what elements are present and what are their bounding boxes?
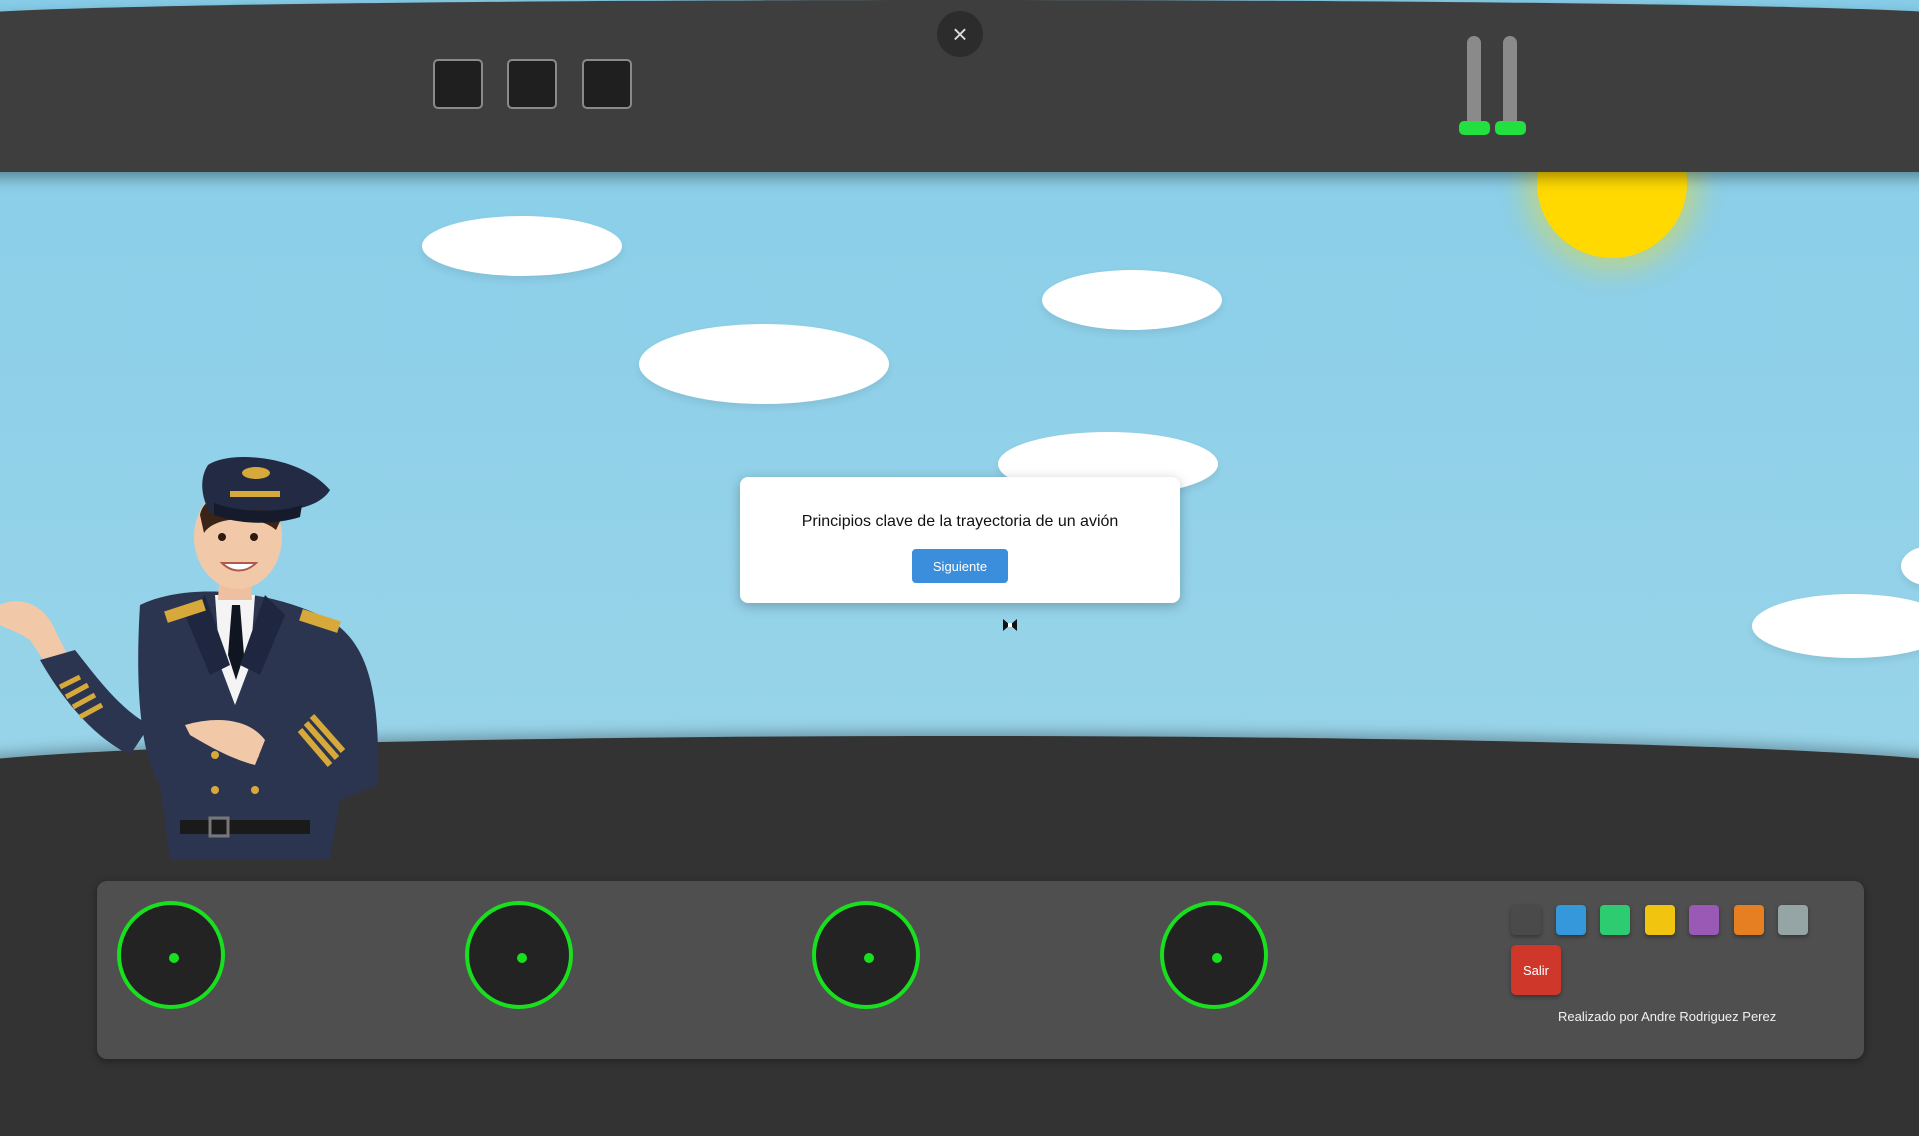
indicator-square-2: [507, 59, 557, 109]
close-icon: ×: [952, 18, 968, 49]
throttle-lever-track-2: [1503, 36, 1517, 128]
color-swatch-1[interactable]: [1511, 905, 1541, 935]
cloud: [639, 324, 889, 404]
pilot-illustration: [0, 457, 379, 860]
gauge-needle-dot: [169, 953, 179, 963]
gauge-4[interactable]: [1160, 901, 1268, 1009]
close-button[interactable]: ×: [937, 11, 983, 57]
indicator-square-1: [433, 59, 483, 109]
gauge-needle-dot: [864, 953, 874, 963]
color-swatch-5[interactable]: [1689, 905, 1719, 935]
gauge-needle-dot: [517, 953, 527, 963]
indicator-square-3: [582, 59, 632, 109]
color-swatch-7[interactable]: [1778, 905, 1808, 935]
gauge-2[interactable]: [465, 901, 573, 1009]
color-swatch-4[interactable]: [1644, 905, 1675, 935]
gauge-1[interactable]: [117, 901, 225, 1009]
next-button[interactable]: Siguiente: [912, 549, 1008, 583]
credit-text: Realizado por Andre Rodriguez Perez: [1558, 1009, 1777, 1024]
cloud: [422, 216, 622, 276]
color-swatch-2[interactable]: [1555, 905, 1586, 935]
exit-button[interactable]: Salir: [1511, 945, 1561, 995]
instrument-panel: [97, 881, 1864, 1059]
gauge-needle-dot: [1212, 953, 1222, 963]
intro-dialog: Principios clave de la trayectoria de un…: [740, 477, 1180, 603]
cloud: [1042, 270, 1222, 330]
throttle-lever-track-1: [1467, 36, 1481, 128]
gauge-3[interactable]: [812, 901, 920, 1009]
throttle-lever-knob-1[interactable]: [1459, 121, 1490, 135]
airplane-marker-icon: [1003, 619, 1017, 631]
dialog-message: Principios clave de la trayectoria de un…: [801, 513, 1119, 530]
color-swatch-6[interactable]: [1733, 905, 1764, 935]
color-swatch-3[interactable]: [1600, 905, 1630, 935]
throttle-lever-knob-2[interactable]: [1495, 121, 1526, 135]
